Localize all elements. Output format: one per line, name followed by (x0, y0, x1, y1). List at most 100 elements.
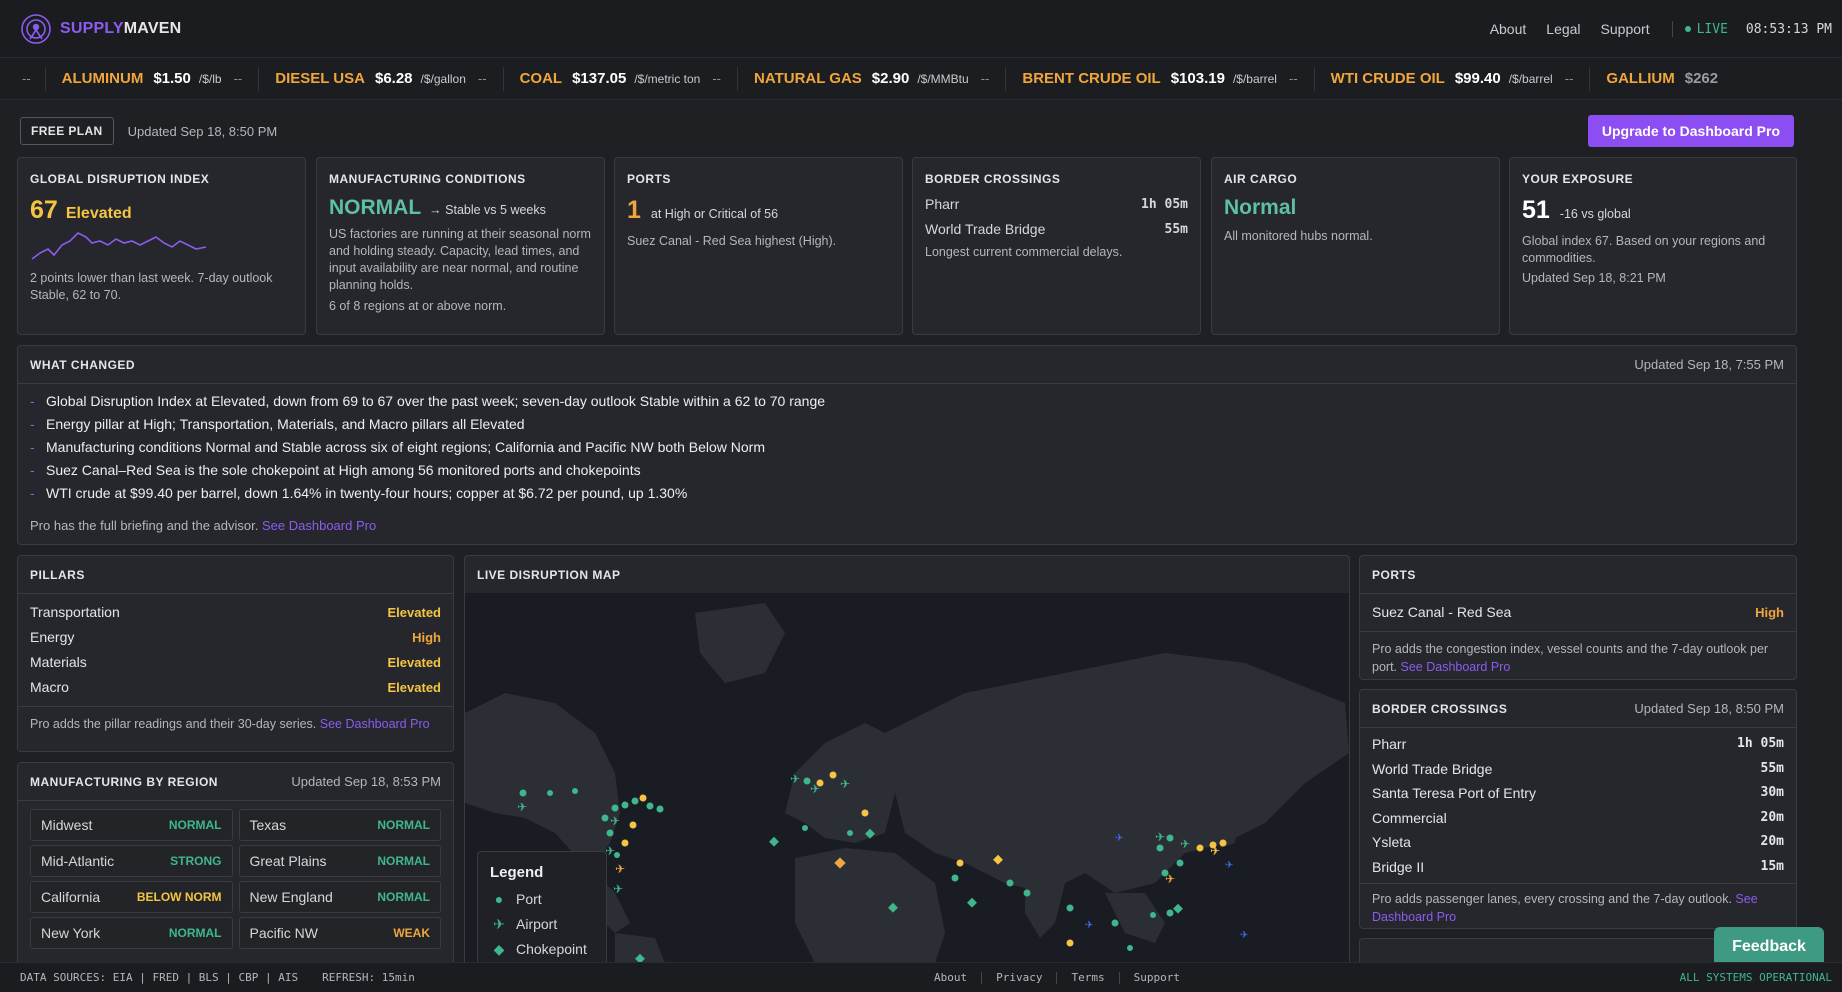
disruption-map[interactable]: ✈ ✈ ✈ ✈ ✈ ✈ ✈ ✈ ✈ ✈ ✈ ✈ ✈ ✈ ✈ ✈ Legend ● Port ✈ Airp… (465, 593, 1349, 963)
nav-support[interactable]: Support (1601, 21, 1650, 37)
ticker-item-gallium[interactable]: GALLIUM $262 (1590, 67, 1734, 91)
ticker-item-diesel[interactable]: DIESEL USA $6.28 /$/gallon -- (259, 66, 504, 91)
see-dashboard-pro-link[interactable]: See Dashboard Pro (1401, 660, 1511, 674)
ticker-unit: /$/lb (198, 71, 222, 86)
pillar-row-macro[interactable]: Macro Elevated (18, 675, 453, 700)
what-changed-list: Global Disruption Index at Elevated, dow… (18, 384, 1796, 511)
see-dashboard-pro-link[interactable]: See Dashboard Pro (262, 518, 376, 533)
what-changed-pro-note: Pro has the full briefing and the adviso… (18, 511, 1796, 534)
section-title: PILLARS (30, 567, 85, 582)
nav-legal[interactable]: Legal (1546, 21, 1580, 37)
region-status: NORMAL (377, 890, 430, 904)
pro-note-text: Pro adds the pillar readings and their 3… (30, 717, 317, 731)
crossing-name: Pharr (1372, 736, 1407, 752)
card-title: YOUR EXPOSURE (1522, 172, 1634, 186)
svg-text:✈: ✈ (1115, 833, 1123, 844)
footer-link-privacy[interactable]: Privacy (996, 971, 1042, 984)
svg-text:✈: ✈ (615, 862, 625, 876)
ticker-item-coal[interactable]: COAL $137.05 /$/metric ton -- (504, 66, 739, 91)
region-status: BELOW NORM (136, 890, 222, 904)
brand[interactable]: SUPPLYMAVEN (20, 13, 181, 45)
section-updated: Updated Sep 18, 7:55 PM (1634, 357, 1784, 372)
crossing-time: 1h 05m (1737, 736, 1784, 751)
ticker-item-natural-gas[interactable]: NATURAL GAS $2.90 /$/MMBtu -- (738, 66, 1007, 91)
top-bar: SUPPLYMAVEN About Legal Support LIVE 08:… (0, 0, 1842, 58)
region-status: NORMAL (168, 926, 222, 940)
ports-sub: at High or Critical of 56 (650, 207, 779, 221)
section-title: BORDER CROSSINGS (1372, 701, 1508, 716)
border-row[interactable]: Bridge II 15m (1360, 855, 1796, 880)
ticker-item-wti[interactable]: WTI CRUDE OIL $99.40 /$/barrel -- (1315, 66, 1591, 91)
border-row[interactable]: Commercial 20m (1360, 806, 1796, 831)
ticker-name: WTI CRUDE OIL (1330, 69, 1445, 87)
region-name: California (41, 889, 101, 905)
card-ports[interactable]: PORTS 1 at High or Critical of 56 Suez C… (614, 157, 903, 335)
region-cell-pacific-nw[interactable]: Pacific NW WEAK (238, 917, 441, 949)
card-manufacturing-conditions[interactable]: MANUFACTURING CONDITIONS NORMAL → Stable… (316, 157, 605, 335)
region-cell-great-plains[interactable]: Great Plains NORMAL (238, 845, 441, 877)
footer-link-support[interactable]: Support (1134, 971, 1180, 984)
ticker-unit: /$/metric ton (634, 71, 701, 86)
exposure-updated: Updated Sep 18, 8:21 PM (1522, 271, 1666, 285)
region-name: Texas (249, 817, 287, 833)
feedback-button[interactable]: Feedback (1714, 927, 1824, 967)
footer: DATA SOURCES: EIA | FRED | BLS | CBP | A… (0, 962, 1842, 992)
pillar-row-transportation[interactable]: Transportation Elevated (18, 600, 453, 625)
region-cell-new-england[interactable]: New England NORMAL (238, 881, 441, 913)
svg-text:✈: ✈ (1085, 920, 1093, 931)
pillar-row-energy[interactable]: Energy High (18, 625, 453, 650)
ticker-item-aluminum[interactable]: ALUMINUM $1.50 /$/lb -- (46, 66, 260, 91)
card-border-crossings[interactable]: BORDER CROSSINGS Pharr 1h 05m World Trad… (912, 157, 1201, 335)
border-pro-note: Pro adds passenger lanes, every crossing… (1360, 883, 1796, 926)
region-name: New England (249, 889, 333, 905)
card-global-disruption-index[interactable]: GLOBAL DISRUPTION INDEX 67 Elevated 2 po… (17, 157, 306, 335)
ticker-item-brent[interactable]: BRENT CRUDE OIL $103.19 /$/barrel -- (1006, 66, 1315, 91)
border-row: Pharr 1h 05m (925, 192, 1188, 217)
air-desc: All monitored hubs normal. (1224, 229, 1373, 243)
pillar-row-materials[interactable]: Materials Elevated (18, 650, 453, 675)
circle-icon: ● (494, 891, 504, 907)
legend-label: Chokepoint (516, 941, 587, 957)
ticker-change: -- (477, 70, 487, 86)
section-title: LIVE DISRUPTION MAP (477, 567, 621, 582)
region-name: Midwest (41, 817, 93, 833)
card-your-exposure[interactable]: YOUR EXPOSURE 51 -16 vs global Global in… (1509, 157, 1797, 335)
region-status: NORMAL (377, 854, 430, 868)
footer-link-terms[interactable]: Terms (1071, 971, 1104, 984)
region-cell-california[interactable]: California BELOW NORM (30, 881, 233, 913)
region-cell-texas[interactable]: Texas NORMAL (238, 809, 441, 841)
list-item: Suez Canal–Red Sea is the sole chokepoin… (30, 459, 1784, 482)
pillars-list: Transportation Elevated Energy High Materi… (18, 594, 453, 700)
pillars-pro-note: Pro adds the pillar readings and their 3… (18, 706, 453, 733)
pillar-name: Materials (30, 654, 87, 670)
border-row[interactable]: Pharr 1h 05m (1360, 732, 1796, 757)
port-name: Suez Canal - Red Sea (1372, 604, 1512, 620)
exposure-sub: -16 vs global (1559, 207, 1631, 221)
ticker-price: $1.50 (153, 69, 191, 87)
crossing-time: 30m (1760, 785, 1784, 800)
border-row[interactable]: World Trade Bridge 55m (1360, 757, 1796, 782)
see-dashboard-pro-link[interactable]: See Dashboard Pro (320, 717, 430, 731)
ticker-name: BRENT CRUDE OIL (1022, 69, 1161, 87)
footer-refresh: REFRESH: 15min (322, 971, 415, 984)
list-item: WTI crude at $99.40 per barrel, down 1.6… (30, 482, 1784, 505)
port-row-suez[interactable]: Suez Canal - Red Sea High (1360, 600, 1796, 625)
svg-text:✈: ✈ (1240, 930, 1248, 941)
border-row[interactable]: Santa Teresa Port of Entry 30m (1360, 781, 1796, 806)
upgrade-button[interactable]: Upgrade to Dashboard Pro (1587, 115, 1794, 147)
region-cell-midwest[interactable]: Midwest NORMAL (30, 809, 233, 841)
footer-divider (1056, 971, 1058, 984)
crossing-name: Ysleta (1372, 834, 1411, 850)
legend-title: Legend (490, 864, 544, 881)
ticker-name: DIESEL USA (275, 69, 365, 87)
region-status: NORMAL (377, 818, 430, 832)
region-cell-mid-atlantic[interactable]: Mid-Atlantic STRONG (30, 845, 233, 877)
pillar-level: Elevated (387, 655, 441, 670)
footer-link-about[interactable]: About (934, 971, 967, 984)
ports-panel: PORTS Suez Canal - Red Sea High Pro adds… (1359, 555, 1797, 680)
border-row[interactable]: Ysleta 20m (1360, 830, 1796, 855)
region-cell-new-york[interactable]: New York NORMAL (30, 917, 233, 949)
nav-about[interactable]: About (1490, 21, 1527, 37)
region-status: NORMAL (168, 818, 222, 832)
card-air-cargo[interactable]: AIR CARGO Normal All monitored hubs norm… (1211, 157, 1500, 335)
